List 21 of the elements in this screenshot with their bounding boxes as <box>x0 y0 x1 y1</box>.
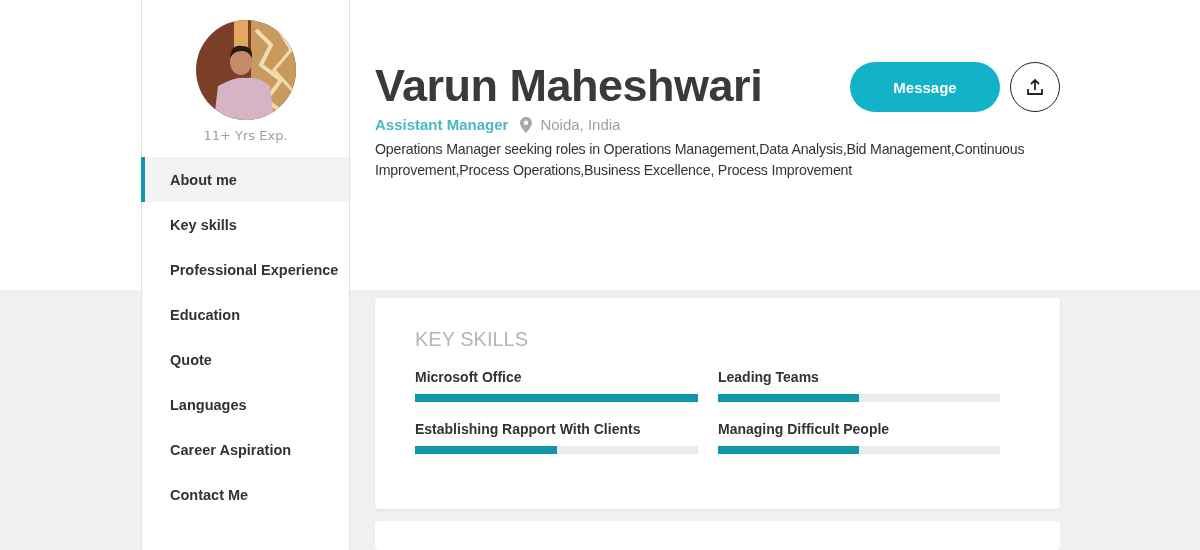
sidebar-item[interactable]: Quote <box>141 337 349 382</box>
section-title: KEY SKILLS <box>415 327 530 351</box>
profile-name: Varun Maheshwari <box>375 60 764 112</box>
sidebar-item[interactable]: Professional Experience <box>141 247 349 292</box>
skill-name: Leading Teams <box>718 368 820 385</box>
share-icon <box>1025 77 1045 97</box>
sidebar-item[interactable]: Key skills <box>141 202 349 247</box>
skill-name: Microsoft Office <box>415 368 523 385</box>
skill-name: Establishing Rapport With Clients <box>415 420 642 437</box>
skill-name: Managing Difficult People <box>718 420 891 437</box>
sidebar-item[interactable]: Languages <box>141 382 349 427</box>
sidebar-item[interactable]: About me <box>141 157 349 202</box>
location-pin-icon <box>520 116 533 133</box>
experience-text: 11+ Yrs Exp. <box>202 128 289 143</box>
share-button[interactable] <box>1010 62 1060 112</box>
sidebar-item[interactable]: Career Aspiration <box>141 427 349 472</box>
profile-summary: Operations Manager seeking roles in Operations Management,Data Analysis,Bid Management,Continuous Improvement,Process Operations,Business Excellence, Process Improvement <box>375 140 1026 180</box>
designation: Assistant Manager <box>375 116 509 133</box>
location: Noida, India <box>540 116 621 133</box>
sidebar-item[interactable]: Education <box>141 292 349 337</box>
sidebar-item[interactable]: Contact Me <box>141 472 349 517</box>
